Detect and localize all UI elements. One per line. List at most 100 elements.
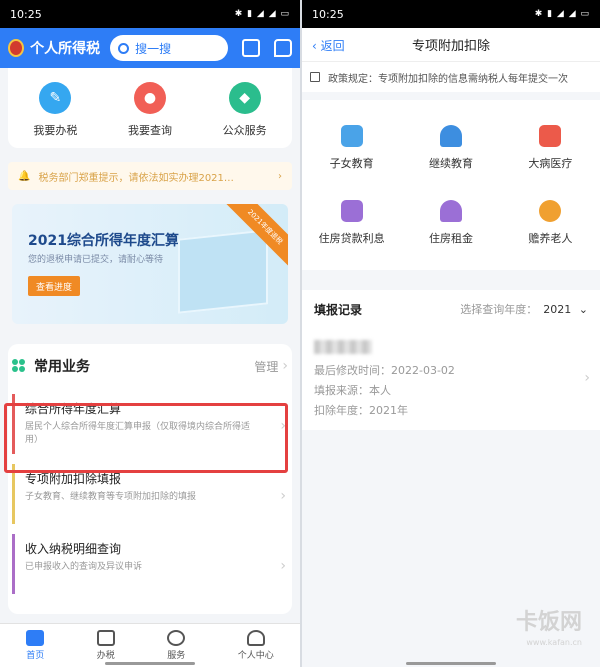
business-item-income-query[interactable]: 收入纳税明细查询 已申报收入的查询及异议申诉 › (12, 534, 292, 594)
tab-tax[interactable]: 办税 (96, 630, 115, 661)
home-icon (26, 630, 45, 646)
business-title: 专项附加扣除填报 (25, 472, 122, 486)
quick-action-label: 我要查询 (127, 124, 172, 137)
business-desc: 已申报收入的查询及异议申诉 (25, 562, 143, 572)
category-medical[interactable]: 大病医疗 (501, 110, 600, 185)
home-indicator (406, 662, 496, 665)
category-mortgage-interest[interactable]: 住房贷款利息 (302, 185, 401, 260)
graduation-cap-icon (439, 124, 462, 147)
business-item-special-deduction[interactable]: 专项附加扣除填报 子女教育、继续教育等专项附加扣除的填报 › (12, 464, 292, 524)
chevron-right-icon[interactable]: › (584, 370, 590, 386)
records-title: 填报记录 (314, 302, 363, 317)
manage-link[interactable]: 管理 (254, 358, 278, 375)
category-continuing-education[interactable]: 继续教育 (401, 110, 500, 185)
business-title: 综合所得年度汇算 (25, 402, 122, 416)
bell-icon: 🔔 (18, 170, 31, 182)
status-icons: ✱ ▮ ◢ ◢ ▭ (534, 9, 590, 19)
banner-subtitle: 您的退税申请已提交，请耐心等待 (28, 255, 164, 265)
home-indicator (105, 662, 195, 665)
chevron-right-icon: › (280, 558, 286, 574)
tab-label: 办税 (96, 651, 115, 661)
category-label: 大病医疗 (528, 156, 573, 170)
search-placeholder: 搜一搜 (135, 41, 172, 56)
scan-icon[interactable] (242, 39, 261, 57)
category-label: 子女教育 (329, 156, 374, 170)
back-button[interactable]: ‹ 返回 (312, 37, 345, 54)
bottom-tab-bar: 首页 办税 服务 个人中心 (0, 623, 300, 667)
category-child-education[interactable]: 子女教育 (302, 110, 401, 185)
search-icon: ● (133, 82, 166, 114)
year-selector-label: 选择查询年度： (460, 303, 538, 316)
left-screen: 10:25 ✱ ▮ ◢ ◢ ▭ 个人所得税 搜一搜 ✎ 我要办税 ● 我要查询 … (0, 0, 300, 667)
business-item-annual-settlement[interactable]: 综合所得年度汇算 居民个人综合所得年度汇算申报（仅取得境内综合所得适用） › (12, 394, 292, 454)
message-icon[interactable] (274, 39, 292, 57)
document-icon (96, 630, 115, 646)
notice-bar[interactable]: 🔔 税务部门郑重提示，请依法如实办理2021… › (8, 162, 292, 190)
clover-icon (12, 359, 26, 373)
speaker-icon (310, 72, 320, 82)
quick-action-label: 公众服务 (222, 124, 267, 137)
documents-illustration-icon (178, 229, 268, 314)
heart-icon (167, 630, 186, 646)
chevron-right-icon: › (278, 170, 282, 182)
common-business-section: 常用业务 管理 › 综合所得年度汇算 居民个人综合所得年度汇算申报（仅取得境内综… (8, 344, 292, 614)
school-icon (340, 124, 363, 147)
quick-action-public[interactable]: ◆ 公众服务 (223, 82, 267, 138)
record-deduction-year: 扣除年度：2021年 (314, 404, 408, 417)
filing-records: 填报记录 选择查询年度： 2021 ⌄ 最后修改时间：2022-03-02 填报来… (302, 290, 600, 430)
chevron-right-icon: › (282, 358, 288, 374)
quick-action-label: 我要办税 (33, 124, 78, 137)
business-title: 收入纳税明细查询 (25, 542, 122, 556)
app-header: 个人所得税 搜一搜 (0, 28, 300, 68)
selected-year: 2021 (543, 303, 572, 316)
blurred-name (314, 340, 372, 354)
quick-action-tax[interactable]: ✎ 我要办税 (33, 82, 77, 138)
elderly-person-icon (539, 199, 562, 222)
policy-notice: 政策规定：专项附加扣除的信息需纳税人每年提交一次 (302, 62, 600, 92)
view-progress-button[interactable]: 查看进度 (28, 276, 80, 296)
app-title: 个人所得税 (30, 41, 101, 57)
site-watermark: 卡饭网 www.kafan.cn (516, 604, 582, 647)
chevron-right-icon: › (280, 418, 286, 434)
tab-label: 服务 (167, 651, 186, 661)
tab-service[interactable]: 服务 (167, 630, 185, 661)
status-time: 10:25 (312, 7, 344, 21)
year-selector[interactable]: 选择查询年度： 2021 ⌄ (460, 301, 588, 317)
records-header: 填报记录 选择查询年度： 2021 ⌄ (302, 290, 600, 328)
home-content[interactable]: ✎ 我要办税 ● 我要查询 ◆ 公众服务 🔔 税务部门郑重提示，请依法如实办理2… (0, 68, 300, 623)
status-time: 10:25 (10, 7, 42, 21)
business-desc: 子女教育、继续教育等专项附加扣除的填报 (25, 492, 197, 502)
back-label: 返回 (320, 39, 345, 53)
status-bar: 10:25 ✱ ▮ ◢ ◢ ▭ (302, 0, 600, 28)
page-title: 专项附加扣除 (411, 39, 490, 54)
business-desc: 居民个人综合所得年度汇算申报（仅取得境内综合所得适用） (25, 422, 251, 445)
category-label: 住房租金 (428, 231, 473, 245)
status-bar: 10:25 ✱ ▮ ◢ ◢ ▭ (0, 0, 300, 28)
section-title: 常用业务 (34, 359, 90, 375)
banner-title: 2021综合所得年度汇算 (28, 233, 179, 249)
chevron-right-icon: › (280, 488, 286, 504)
category-housing-rent[interactable]: 住房租金 (401, 185, 500, 260)
annual-settlement-banner[interactable]: 2021综合所得年度汇算 您的退税申请已提交，请耐心等待 查看进度 2021年度… (12, 204, 288, 324)
pen-icon: ✎ (39, 82, 72, 114)
medical-kit-icon (539, 124, 562, 147)
shield-icon: ◆ (228, 82, 261, 114)
quick-actions: ✎ 我要办税 ● 我要查询 ◆ 公众服务 (8, 68, 292, 148)
page-header: ‹ 返回 专项附加扣除 (302, 28, 600, 62)
quick-action-query[interactable]: ● 我要查询 (128, 82, 172, 138)
tab-home[interactable]: 首页 (26, 630, 44, 661)
record-source: 填报来源：本人 (314, 384, 391, 397)
search-input[interactable]: 搜一搜 (110, 35, 229, 61)
tab-profile[interactable]: 个人中心 (238, 630, 274, 661)
record-modified-time: 最后修改时间：2022-03-02 (314, 364, 455, 377)
rent-house-icon (439, 199, 462, 222)
section-header: 常用业务 管理 › (8, 344, 292, 388)
right-screen: 10:25 ✱ ▮ ◢ ◢ ▭ ‹ 返回 专项附加扣除 政策规定：专项附加扣除的… (302, 0, 600, 667)
category-label: 赡养老人 (528, 231, 573, 245)
policy-text: 政策规定：专项附加扣除的信息需纳税人每年提交一次 (328, 73, 568, 85)
chevron-down-icon: ⌄ (578, 303, 588, 316)
tax-emblem-icon (8, 39, 25, 57)
deduction-categories: 子女教育 继续教育 大病医疗 住房贷款利息 住房租金 赡养老人 (302, 100, 600, 270)
tab-label: 个人中心 (237, 651, 274, 661)
category-elderly-support[interactable]: 赡养老人 (501, 185, 600, 260)
